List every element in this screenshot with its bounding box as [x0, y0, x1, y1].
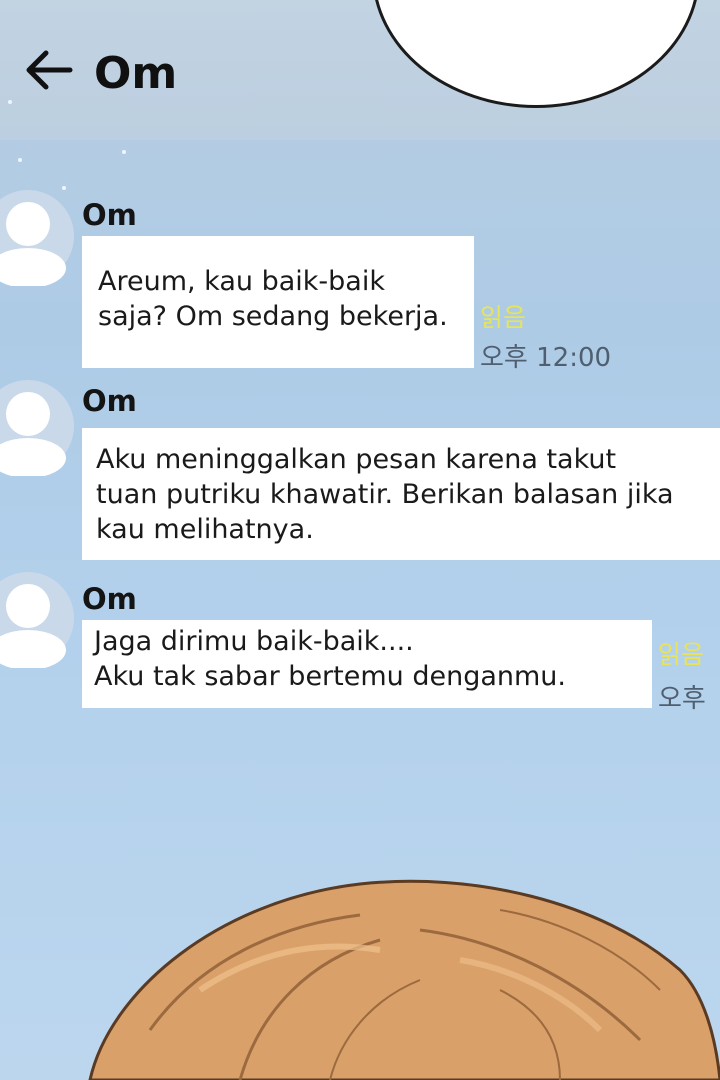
sparkle [122, 150, 126, 154]
sender-name: Om [82, 582, 137, 616]
message-time: 오후 12:00 [480, 343, 612, 373]
sender-name: Om [82, 384, 137, 418]
read-receipt: 읽음 [658, 640, 705, 669]
comic-speech-bubble [372, 0, 700, 108]
arrow-left-icon [26, 50, 73, 90]
message-time: 오후 [658, 684, 706, 714]
back-button[interactable] [22, 48, 74, 92]
character-hair-illustration [88, 879, 720, 1080]
message-bubble[interactable]: Areum, kau baik-baik saja? Om sedang bek… [82, 236, 474, 368]
avatar[interactable] [0, 190, 76, 286]
message-bubble[interactable]: Jaga dirimu baik-baik.... Aku tak sabar … [82, 620, 652, 708]
sparkle [8, 100, 12, 104]
message-bubble[interactable]: Aku meninggalkan pesan karena takut tuan… [82, 428, 720, 560]
sender-name: Om [82, 198, 137, 232]
sparkle [18, 158, 22, 162]
avatar[interactable] [0, 572, 76, 668]
avatar[interactable] [0, 380, 76, 476]
chat-header: Om [0, 0, 720, 140]
chat-title: Om [94, 48, 178, 99]
read-receipt: 읽음 [480, 303, 527, 332]
